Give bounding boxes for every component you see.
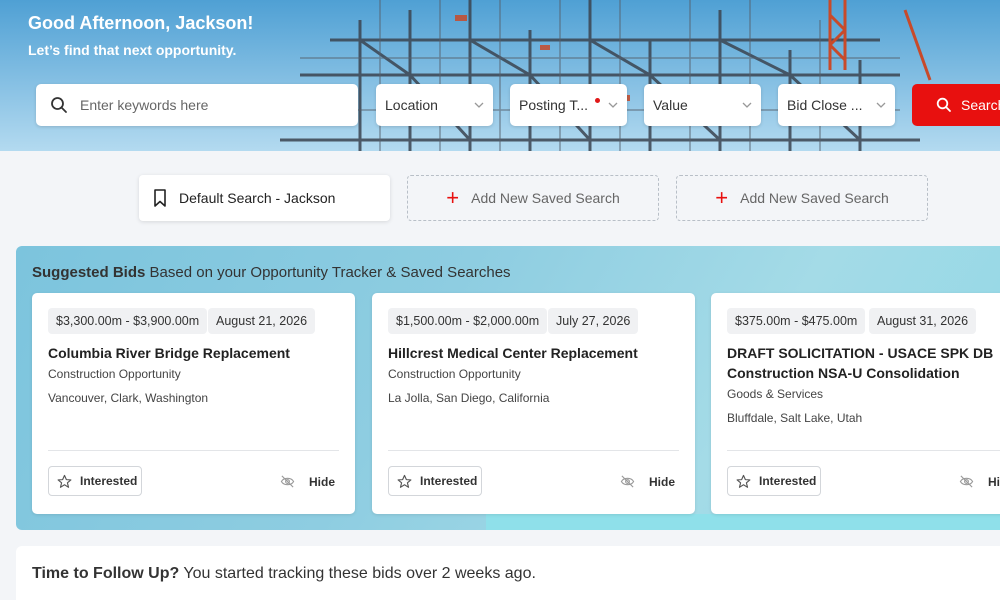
star-icon [57, 474, 72, 488]
chevron-down-icon [474, 102, 484, 108]
bid-location: La Jolla, San Diego, California [388, 391, 550, 405]
plus-icon: + [715, 185, 729, 210]
bookmark-icon [154, 189, 166, 207]
search-icon [51, 97, 67, 113]
bid-date-chip: July 27, 2026 [548, 308, 639, 334]
add-saved-search-label: Add New Saved Search [471, 190, 620, 206]
hero-banner: Good Afternoon, Jackson! Let’s find that… [0, 0, 1000, 151]
bid-date-chip: August 31, 2026 [869, 308, 977, 334]
search-button[interactable]: Search [912, 84, 1000, 126]
suggested-bids-title: Suggested Bids Based on your Opportunity… [32, 264, 511, 281]
location-filter-dropdown[interactable]: Location [376, 84, 493, 126]
suggested-bids-description: Based on your Opportunity Tracker & Save… [145, 264, 511, 281]
divider [388, 450, 679, 451]
posting-time-filter-dropdown[interactable]: Posting T... [510, 84, 627, 126]
follow-up-title: Time to Follow Up? You started tracking … [32, 565, 536, 583]
interested-label: Interested [759, 474, 817, 488]
search-icon [936, 97, 951, 112]
value-filter-label: Value [653, 97, 688, 113]
interested-button[interactable]: Interested [388, 466, 482, 496]
bid-close-filter-dropdown[interactable]: Bid Close ... [778, 84, 895, 126]
add-saved-search-label: Add New Saved Search [740, 190, 889, 206]
suggested-bids-panel: Suggested Bids Based on your Opportunity… [16, 246, 1000, 530]
greeting-title: Good Afternoon, Jackson! [28, 13, 254, 33]
bid-card[interactable]: $3,300.00m - $3,900.00m August 21, 2026 … [32, 293, 355, 514]
follow-up-description: You started tracking these bids over 2 w… [179, 565, 536, 582]
greeting-subtitle: Let’s find that next opportunity. [28, 42, 237, 58]
hide-label: Hide [988, 474, 1000, 489]
value-filter-dropdown[interactable]: Value [644, 84, 761, 126]
bid-value-chip: $3,300.00m - $3,900.00m [48, 308, 208, 334]
plus-icon: + [446, 185, 460, 210]
bid-location: Bluffdale, Salt Lake, Utah [727, 411, 863, 425]
bid-type: Construction Opportunity [388, 367, 521, 381]
bid-close-filter-label: Bid Close ... [787, 97, 863, 113]
suggested-bids-heading: Suggested Bids [32, 264, 146, 281]
follow-up-section: Time to Follow Up? You started tracking … [16, 546, 1000, 600]
star-icon [397, 474, 412, 488]
interested-button[interactable]: Interested [727, 466, 821, 496]
bid-card[interactable]: $1,500.00m - $2,000.00m July 27, 2026 Hi… [372, 293, 695, 514]
star-icon [736, 474, 751, 488]
bid-value-chip: $375.00m - $475.00m [727, 308, 866, 334]
interested-label: Interested [420, 474, 478, 488]
default-saved-search-label: Default Search - Jackson [179, 190, 336, 206]
bid-title[interactable]: Columbia River Bridge Replacement [48, 343, 348, 363]
hide-button[interactable]: Hide [959, 474, 1000, 489]
keyword-search-box[interactable] [36, 84, 358, 126]
bid-location: Vancouver, Clark, Washington [48, 391, 209, 405]
location-filter-label: Location [385, 97, 438, 113]
eye-off-icon [620, 475, 635, 488]
keyword-search-input[interactable] [80, 97, 330, 113]
search-button-label: Search [961, 97, 1000, 113]
add-saved-search-button-2[interactable]: + Add New Saved Search [676, 175, 928, 221]
chevron-down-icon [608, 102, 618, 108]
follow-up-heading: Time to Follow Up? [32, 565, 180, 582]
bid-date-chip: August 21, 2026 [208, 308, 316, 334]
bid-title[interactable]: DRAFT SOLICITATION - USACE SPK DB Constr… [727, 343, 999, 383]
bid-type: Construction Opportunity [48, 367, 181, 381]
active-filter-dot [595, 98, 600, 103]
chevron-down-icon [742, 102, 752, 108]
chevron-down-icon [876, 102, 886, 108]
interested-button[interactable]: Interested [48, 466, 142, 496]
divider [48, 450, 339, 451]
add-saved-search-button-1[interactable]: + Add New Saved Search [407, 175, 659, 221]
bid-title[interactable]: Hillcrest Medical Center Replacement [388, 343, 688, 363]
interested-label: Interested [80, 474, 138, 488]
eye-off-icon [280, 475, 295, 488]
posting-time-filter-label: Posting T... [519, 97, 589, 113]
divider [727, 450, 1000, 451]
panel-decoration-strip [486, 514, 1000, 530]
hide-label: Hide [649, 474, 676, 489]
eye-off-icon [959, 475, 974, 488]
bid-card[interactable]: $375.00m - $475.00m August 31, 2026 DRAF… [711, 293, 1000, 514]
hide-button[interactable]: Hide [620, 474, 675, 489]
hide-button[interactable]: Hide [280, 474, 335, 489]
hide-label: Hide [309, 474, 336, 489]
bid-type: Goods & Services [727, 387, 824, 401]
default-saved-search[interactable]: Default Search - Jackson [139, 175, 390, 221]
bid-value-chip: $1,500.00m - $2,000.00m [388, 308, 548, 334]
